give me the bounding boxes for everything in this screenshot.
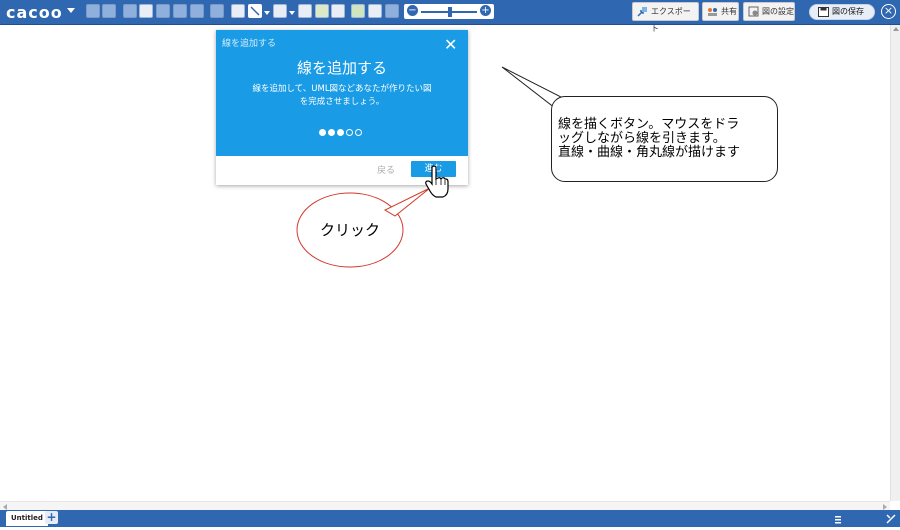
zoom-out-icon[interactable]: −	[407, 5, 418, 16]
shape-tool-caret-icon[interactable]	[289, 11, 295, 15]
step-dot-5[interactable]	[355, 129, 362, 136]
sheet-tab-untitled[interactable]: Untitled	[6, 511, 48, 526]
line-tool-explanation-callout: 線を描くボタン。マウスをドラ ッグしながら線を引きます。 直線・曲線・角丸線が描…	[551, 96, 778, 182]
scroll-up-icon[interactable]	[893, 27, 899, 31]
table-tool-icon[interactable]	[298, 4, 312, 18]
zoom-in-icon[interactable]: +	[480, 5, 491, 16]
cut-icon[interactable]	[156, 4, 170, 18]
paste-icon[interactable]	[139, 4, 153, 18]
step-dot-2[interactable]	[328, 129, 335, 136]
stencil-icon[interactable]	[368, 4, 382, 18]
export-label: エクスポート	[651, 7, 691, 33]
line-tool-caret-icon[interactable]	[264, 11, 270, 15]
step-dot-4[interactable]	[346, 129, 353, 136]
share-button[interactable]: 共有	[702, 2, 739, 21]
line-tool-icon[interactable]	[248, 4, 262, 18]
tour-description: 線を追加して、UML図などあなたが作りたい図 を完成させましょう。	[234, 83, 450, 109]
logo-menu-caret-icon[interactable]	[67, 8, 75, 13]
undo-icon[interactable]	[86, 4, 100, 18]
send-back-icon[interactable]	[190, 4, 204, 18]
settings-icon	[748, 6, 759, 17]
export-button[interactable]: エクスポート	[632, 2, 699, 33]
close-editor-icon[interactable]: ×	[881, 4, 896, 19]
zoom-slider[interactable]: − +	[404, 4, 494, 19]
copy-icon[interactable]	[123, 4, 137, 18]
bottom-bar: Untitled +	[0, 510, 900, 527]
tour-small-title: 線を追加する	[222, 39, 277, 49]
close-icon[interactable]: ✕	[444, 37, 457, 53]
text-tool-icon[interactable]	[231, 4, 245, 18]
step-dot-1[interactable]	[319, 129, 326, 136]
callout-line-2: ッグしながら線を引きます。	[558, 131, 726, 146]
zoom-thumb[interactable]	[448, 7, 452, 17]
share-icon	[708, 8, 717, 16]
pen-tool-icon[interactable]	[315, 4, 329, 18]
redo-icon[interactable]	[102, 4, 116, 18]
tour-step-indicator	[319, 121, 364, 136]
save-diagram-button[interactable]: 図の保存	[809, 4, 875, 20]
tour-back-button[interactable]: 戻る	[377, 163, 395, 176]
hand-cursor-icon	[425, 165, 449, 198]
callout-line-3: 直線・曲線・角丸線が描けます	[558, 145, 741, 160]
top-toolbar: cacoo − + エクスポート 共有 図の設定 図の保存 ×	[0, 0, 900, 33]
bring-front-icon[interactable]	[173, 4, 187, 18]
shape-tool-icon[interactable]	[273, 4, 287, 18]
tour-popup: 線を追加する ✕ 線を追加する 線を追加して、UML図などあなたが作りたい図 を…	[216, 30, 468, 185]
callout-line-1: 線を描くボタン。マウスをドラ	[558, 117, 740, 132]
sheet-list-icon[interactable]	[831, 511, 845, 525]
click-callout-label: クリック	[319, 221, 380, 239]
settings-label: 図の設定	[762, 7, 794, 16]
diagram-settings-button[interactable]: 図の設定	[743, 2, 795, 21]
share-label: 共有	[721, 7, 737, 16]
sheet-icon[interactable]	[351, 4, 365, 18]
save-icon	[818, 7, 829, 17]
vertical-scrollbar[interactable]	[890, 25, 900, 501]
tour-desc-line-2: を完成させましょう。	[299, 97, 385, 107]
grid-icon[interactable]	[385, 4, 399, 18]
tools-icon[interactable]	[884, 511, 898, 525]
group-icon[interactable]	[210, 4, 224, 18]
export-icon	[637, 7, 647, 17]
save-label: 図の保存	[832, 7, 864, 16]
panel-toggle-2-icon[interactable]	[867, 511, 881, 525]
add-sheet-button[interactable]: +	[45, 511, 58, 524]
tour-desc-line-1: 線を追加して、UML図などあなたが作りたい図	[252, 84, 432, 94]
tour-title: 線を追加する	[296, 59, 387, 77]
step-dot-3[interactable]	[337, 129, 344, 136]
panel-toggle-icon[interactable]	[849, 511, 863, 525]
tour-popup-header: 線を追加する ✕ 線を追加する 線を追加して、UML図などあなたが作りたい図 を…	[216, 30, 468, 156]
comment-tool-icon[interactable]	[331, 4, 345, 18]
cacoo-logo[interactable]: cacoo	[6, 3, 63, 22]
